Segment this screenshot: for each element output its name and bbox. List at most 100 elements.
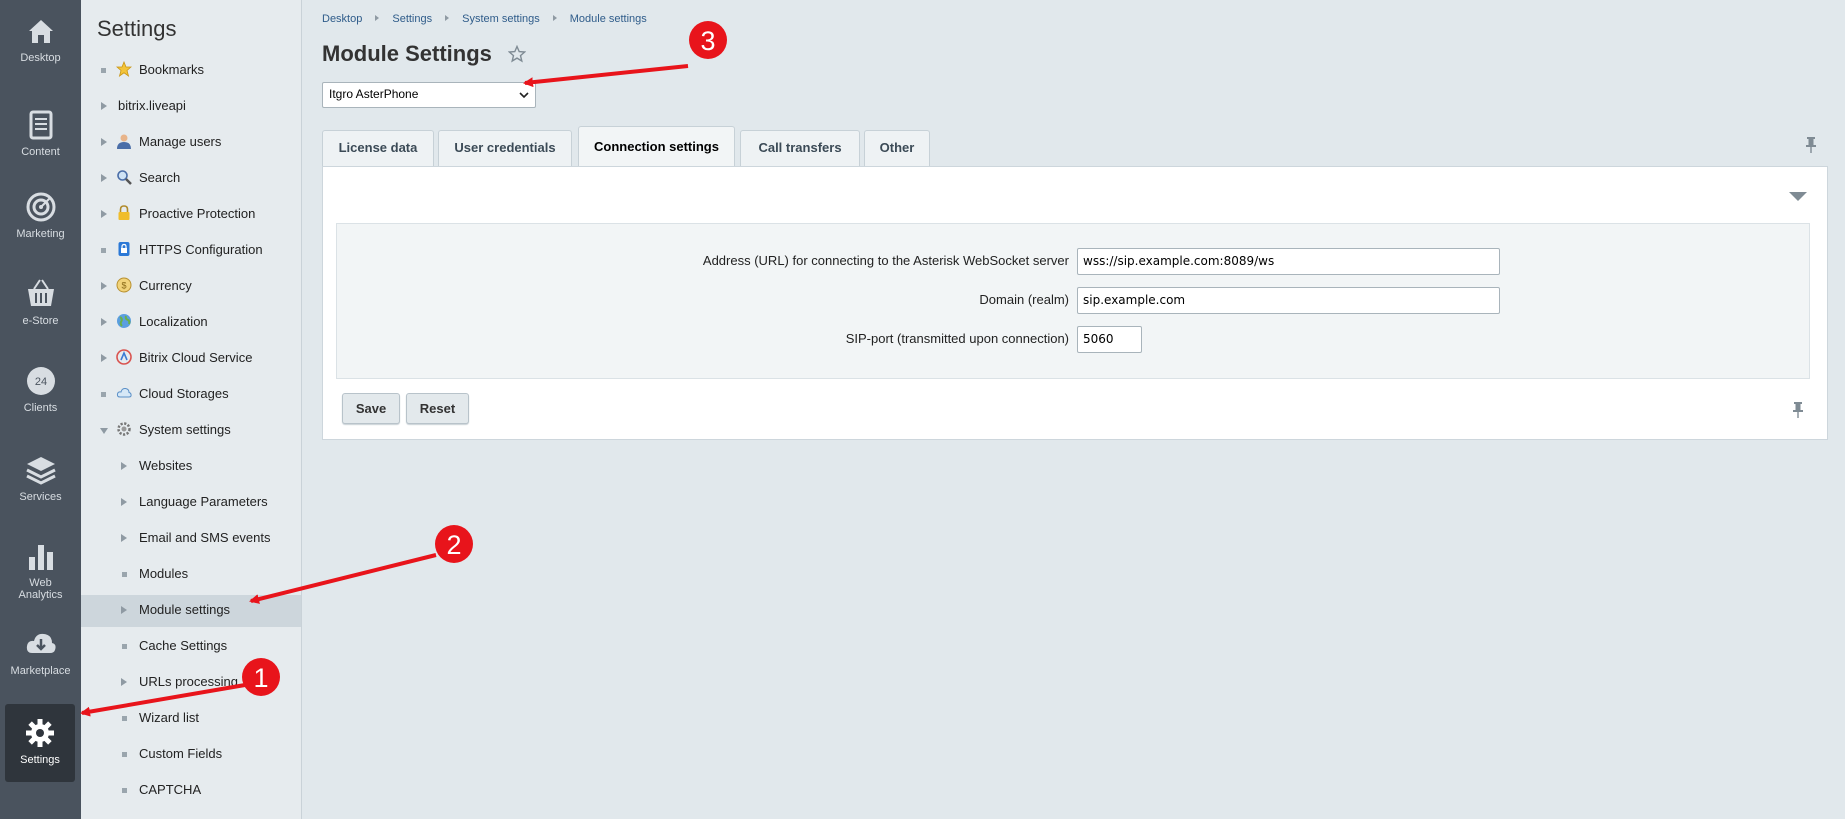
menu-item-cloud-storages[interactable]: Cloud Storages [81, 379, 301, 411]
tab-license-data[interactable]: License data [322, 130, 434, 166]
rail-desktop[interactable]: Desktop [0, 14, 81, 64]
menu-item-email-sms-events[interactable]: Email and SMS events [81, 523, 301, 555]
rail-services[interactable]: Services [0, 453, 81, 503]
chevron-down-icon [519, 92, 529, 99]
rail-web-analytics[interactable]: Web Analytics [0, 539, 81, 601]
realm-label: Domain (realm) [979, 292, 1069, 307]
menu-item-custom-fields[interactable]: Custom Fields [81, 739, 301, 771]
tab-user-credentials[interactable]: User credentials [438, 130, 572, 166]
document-icon [29, 110, 52, 140]
expand-arrow-icon[interactable] [101, 174, 107, 182]
sip-port-input[interactable]: 5060 [1077, 326, 1142, 353]
module-select[interactable]: Itgro AsterPhone [322, 82, 536, 108]
rail-settings[interactable]: Settings [5, 704, 75, 782]
collapse-triangle-icon[interactable] [1789, 192, 1807, 201]
menu-item-proactive-protection[interactable]: Proactive Protection [81, 199, 301, 231]
menu-item-module-settings[interactable]: Module settings [81, 595, 301, 627]
menu-item-manage-users[interactable]: Manage users [81, 127, 301, 159]
breadcrumb-separator-icon [445, 15, 450, 21]
menu-item-modules[interactable]: Modules [81, 559, 301, 591]
save-button[interactable]: Save [342, 393, 400, 424]
menu-item-language-parameters[interactable]: Language Parameters [81, 487, 301, 519]
tab-call-transfers[interactable]: Call transfers [740, 130, 860, 166]
module-select-value: Itgro AsterPhone [329, 87, 419, 101]
breadcrumb-separator-icon [552, 15, 557, 21]
menu-label: Bookmarks [139, 62, 205, 77]
menu-item-localization[interactable]: Localization [81, 307, 301, 339]
https-lock-icon [118, 242, 130, 256]
expand-arrow-icon[interactable] [101, 318, 107, 326]
bullet-icon [122, 716, 127, 721]
pin-icon[interactable] [1804, 136, 1818, 154]
tab-connection-settings[interactable]: Connection settings [578, 126, 735, 166]
menu-item-search[interactable]: Search [81, 163, 301, 195]
menu-item-bitrix-liveapi[interactable]: bitrix.liveapi [81, 91, 301, 123]
menu-label: Custom Fields [139, 746, 223, 761]
menu-item-cache-settings[interactable]: Cache Settings [81, 631, 301, 663]
coin-icon: $ [116, 277, 132, 293]
menu-label: Search [139, 170, 181, 185]
pin-icon[interactable] [1791, 401, 1805, 419]
svg-text:$: $ [121, 281, 126, 291]
collapse-arrow-icon[interactable] [100, 428, 108, 434]
breadcrumb-system-settings[interactable]: System settings [462, 13, 540, 25]
gear-icon [26, 719, 54, 747]
realm-input[interactable]: sip.example.com [1077, 287, 1500, 314]
menu-label: CAPTCHA [139, 782, 202, 797]
reset-button[interactable]: Reset [406, 393, 469, 424]
ws-url-input[interactable]: wss://sip.example.com:8089/ws [1077, 248, 1500, 275]
system-gear-icon [117, 422, 131, 436]
menu-label: Bitrix Cloud Service [139, 350, 253, 365]
home-icon [28, 20, 53, 43]
clients-24-icon: 24 [26, 367, 55, 395]
menu-item-currency[interactable]: $ Currency [81, 271, 301, 303]
breadcrumb-settings[interactable]: Settings [392, 13, 432, 25]
expand-arrow-icon[interactable] [101, 354, 107, 362]
menu-label: HTTPS Configuration [139, 242, 263, 257]
expand-arrow-icon[interactable] [101, 210, 107, 218]
rail-clients[interactable]: 24 Clients [0, 364, 81, 414]
favorite-star-icon[interactable] [508, 45, 526, 63]
rail-clients-label: Clients [23, 402, 58, 414]
rail-content[interactable]: Content [0, 108, 81, 158]
menu-label: bitrix.liveapi [118, 98, 186, 113]
breadcrumb: Desktop Settings System settings Module set… [322, 13, 647, 25]
expand-arrow-icon[interactable] [121, 462, 127, 470]
menu-item-wizard-list[interactable]: Wizard list [81, 703, 301, 735]
menu-item-system-settings[interactable]: System settings [81, 415, 301, 447]
breadcrumb-desktop[interactable]: Desktop [322, 13, 362, 25]
menu-item-bookmarks[interactable]: Bookmarks [81, 55, 301, 87]
menu-label: URLs processing [139, 674, 238, 689]
annotation-marker-3 [689, 21, 727, 59]
menu-label: Currency [139, 278, 192, 293]
expand-arrow-icon[interactable] [121, 678, 127, 686]
expand-arrow-icon[interactable] [121, 606, 127, 614]
sip-port-label: SIP-port (transmitted upon connection) [845, 331, 1069, 346]
menu-item-websites[interactable]: Websites [81, 451, 301, 483]
rail-services-label: Services [19, 491, 62, 503]
menu-label: Modules [139, 566, 189, 581]
menu-item-captcha[interactable]: CAPTCHA [81, 775, 301, 807]
annotation-marker-2 [435, 525, 473, 563]
rail-web-label: Web [29, 577, 52, 589]
expand-arrow-icon[interactable] [101, 102, 107, 110]
menu-item-urls-processing[interactable]: URLs processing [81, 667, 301, 699]
rail-marketplace[interactable]: Marketplace [0, 627, 81, 677]
expand-arrow-icon[interactable] [101, 138, 107, 146]
breadcrumb-module-settings[interactable]: Module settings [570, 13, 647, 25]
tab-other[interactable]: Other [864, 130, 930, 166]
menu-item-bitrix-cloud-service[interactable]: Bitrix Cloud Service [81, 343, 301, 375]
expand-arrow-icon[interactable] [101, 282, 107, 290]
menu-label: Proactive Protection [139, 206, 256, 221]
menu-label: Language Parameters [139, 494, 268, 509]
lock-icon [118, 205, 130, 220]
rail-marketing[interactable]: Marketing [0, 190, 81, 240]
menu-label: Module settings [139, 602, 231, 617]
bullet-icon [101, 392, 106, 397]
expand-arrow-icon[interactable] [121, 534, 127, 542]
menu-item-https-configuration[interactable]: HTTPS Configuration [81, 235, 301, 267]
expand-arrow-icon[interactable] [121, 498, 127, 506]
rail-estore[interactable]: e-Store [0, 277, 81, 327]
menu-label: Manage users [139, 134, 222, 149]
layers-icon [25, 457, 56, 485]
